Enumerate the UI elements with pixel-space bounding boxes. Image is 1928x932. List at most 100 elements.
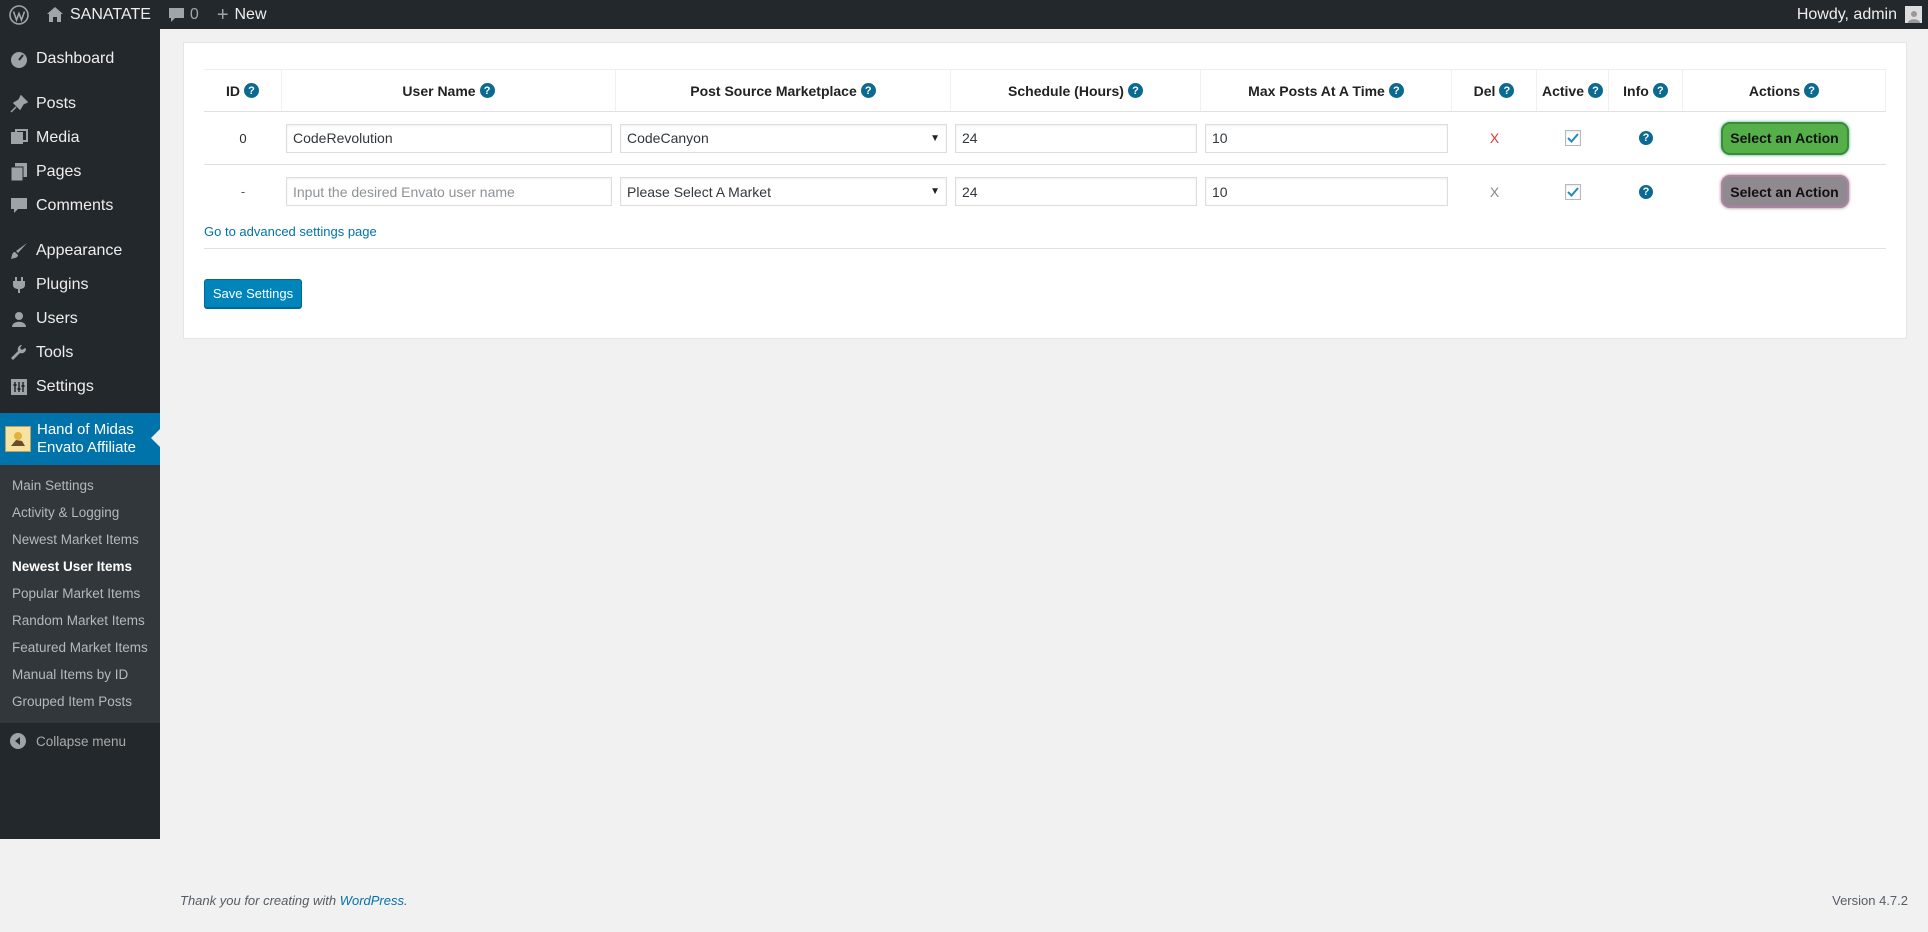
comment-icon — [9, 196, 29, 216]
site-name: SANATATE — [70, 5, 151, 23]
header-label: Info — [1623, 82, 1649, 99]
header-label: Post Source Marketplace — [690, 82, 857, 99]
active-cell — [1537, 183, 1609, 200]
menu-appearance[interactable]: Appearance — [0, 234, 160, 268]
active-cell — [1537, 130, 1609, 146]
info-icon[interactable]: ? — [1639, 184, 1653, 199]
submenu-manual-items-by-id[interactable]: Manual Items by ID — [0, 661, 160, 688]
delete-button[interactable]: X — [1490, 130, 1499, 146]
help-icon[interactable]: ? — [1127, 83, 1143, 98]
help-icon[interactable]: ? — [1388, 83, 1404, 98]
help-icon[interactable]: ? — [860, 83, 876, 98]
plugin-name-line2: Envato Affiliate — [37, 439, 136, 456]
comments-count: 0 — [189, 5, 199, 23]
marketplace-cell: Please Select A Market ▼ — [616, 177, 951, 206]
plugin-name-line1: Hand of Midas — [37, 421, 134, 438]
submenu-featured-market-items[interactable]: Featured Market Items — [0, 634, 160, 661]
help-icon[interactable]: ? — [244, 83, 259, 98]
user-name-input[interactable]: Input the desired Envato user name — [286, 177, 612, 206]
save-settings-button[interactable]: Save Settings — [204, 279, 302, 308]
marketplace-value: Please Select A Market — [627, 183, 771, 200]
hand-of-midas-icon — [5, 426, 31, 452]
new-content-link[interactable]: + New — [208, 0, 276, 29]
user-icon — [9, 309, 29, 329]
header-active: Active? — [1537, 70, 1609, 111]
menu-label: Appearance — [36, 242, 123, 259]
max-posts-input[interactable]: 10 — [1205, 177, 1448, 206]
info-icon[interactable]: ? — [1639, 131, 1653, 145]
menu-pages[interactable]: Pages — [0, 155, 160, 189]
header-actions: Actions? — [1683, 70, 1886, 111]
header-label: Actions — [1748, 82, 1801, 99]
header-label: ID — [226, 82, 240, 99]
divider — [204, 248, 1886, 249]
submenu-random-market-items[interactable]: Random Market Items — [0, 607, 160, 634]
marketplace-select[interactable]: CodeCanyon ▼ — [620, 123, 947, 153]
submenu-newest-user-items[interactable]: Newest User Items — [0, 553, 160, 580]
plugin-icon — [9, 275, 29, 295]
schedule-input[interactable]: 24 — [955, 177, 1197, 206]
wordpress-link[interactable]: WordPress — [340, 893, 404, 908]
help-icon[interactable]: ? — [1804, 83, 1820, 98]
menu-comments[interactable]: Comments — [0, 189, 160, 223]
admin-sidebar: Dashboard Posts Media Pages Comments App… — [0, 29, 160, 839]
comments-link[interactable]: 0 — [160, 0, 208, 29]
submenu-newest-market-items[interactable]: Newest Market Items — [0, 526, 160, 553]
delete-button[interactable]: X — [1490, 184, 1499, 200]
marketplace-value: CodeCanyon — [627, 130, 709, 146]
new-label: New — [234, 5, 267, 23]
menu-tools[interactable]: Tools — [0, 336, 160, 370]
submenu-main-settings[interactable]: Main Settings — [0, 472, 160, 499]
help-icon[interactable]: ? — [1588, 83, 1604, 98]
info-cell: ? — [1609, 184, 1683, 199]
max-posts-cell: 10 — [1201, 123, 1452, 153]
user-name-input[interactable]: CodeRevolution — [286, 123, 612, 153]
menu-label: Media — [36, 129, 80, 146]
schedule-input[interactable]: 24 — [955, 123, 1197, 153]
menu-posts[interactable]: Posts — [0, 87, 160, 121]
table-row: - Input the desired Envato user name Ple… — [204, 165, 1886, 218]
dashboard-icon — [9, 49, 29, 69]
menu-plugins[interactable]: Plugins — [0, 268, 160, 302]
menu-settings[interactable]: Settings — [0, 370, 160, 404]
header-del: Del? — [1452, 70, 1537, 111]
hand-of-midas-label: Hand of Midas Envato Affiliate — [37, 421, 136, 457]
menu-media[interactable]: Media — [0, 121, 160, 155]
menu-users[interactable]: Users — [0, 302, 160, 336]
header-user-name: User Name? — [282, 70, 616, 111]
submenu-popular-market-items[interactable]: Popular Market Items — [0, 580, 160, 607]
plugin-submenu: Main Settings Activity & Logging Newest … — [0, 465, 160, 723]
header-info: Info? — [1609, 70, 1683, 111]
max-posts-input[interactable]: 10 — [1205, 123, 1448, 153]
delete-cell: X — [1452, 184, 1537, 200]
my-account-link[interactable]: Howdy, admin — [1788, 0, 1928, 29]
active-checkbox[interactable] — [1565, 183, 1581, 200]
footer-thanks: Thank you for creating with WordPress. — [180, 893, 408, 908]
submenu-grouped-item-posts[interactable]: Grouped Item Posts — [0, 688, 160, 715]
actions-cell: Select an Action — [1683, 175, 1886, 208]
advanced-settings-link[interactable]: Go to advanced settings page — [204, 224, 377, 239]
help-icon[interactable]: ? — [1652, 83, 1668, 98]
menu-label: Settings — [36, 378, 94, 395]
footer-period: . — [404, 893, 408, 908]
select-action-button[interactable]: Select an Action — [1720, 175, 1849, 208]
marketplace-select[interactable]: Please Select A Market ▼ — [620, 177, 947, 206]
help-icon[interactable]: ? — [479, 83, 495, 98]
help-icon[interactable]: ? — [1499, 83, 1515, 98]
header-label: Max Posts At A Time — [1248, 82, 1385, 99]
menu-hand-of-midas[interactable]: Hand of Midas Envato Affiliate — [0, 413, 160, 465]
site-name-link[interactable]: SANATATE — [38, 0, 160, 29]
submenu-activity-logging[interactable]: Activity & Logging — [0, 499, 160, 526]
admin-bar: SANATATE 0 + New Howdy, admin — [0, 0, 1928, 29]
dropdown-arrow-icon: ▼ — [930, 132, 940, 144]
menu-dashboard[interactable]: Dashboard — [0, 42, 160, 76]
wordpress-logo-icon[interactable] — [0, 0, 38, 29]
collapse-menu-button[interactable]: Collapse menu — [0, 723, 160, 759]
delete-cell: X — [1452, 130, 1537, 146]
dropdown-arrow-icon: ▼ — [930, 186, 940, 197]
menu-label: Posts — [36, 95, 77, 112]
menu-label: Users — [36, 310, 78, 327]
select-action-button[interactable]: Select an Action — [1720, 121, 1849, 155]
active-checkbox[interactable] — [1565, 130, 1581, 146]
menu-label: Plugins — [36, 276, 89, 293]
